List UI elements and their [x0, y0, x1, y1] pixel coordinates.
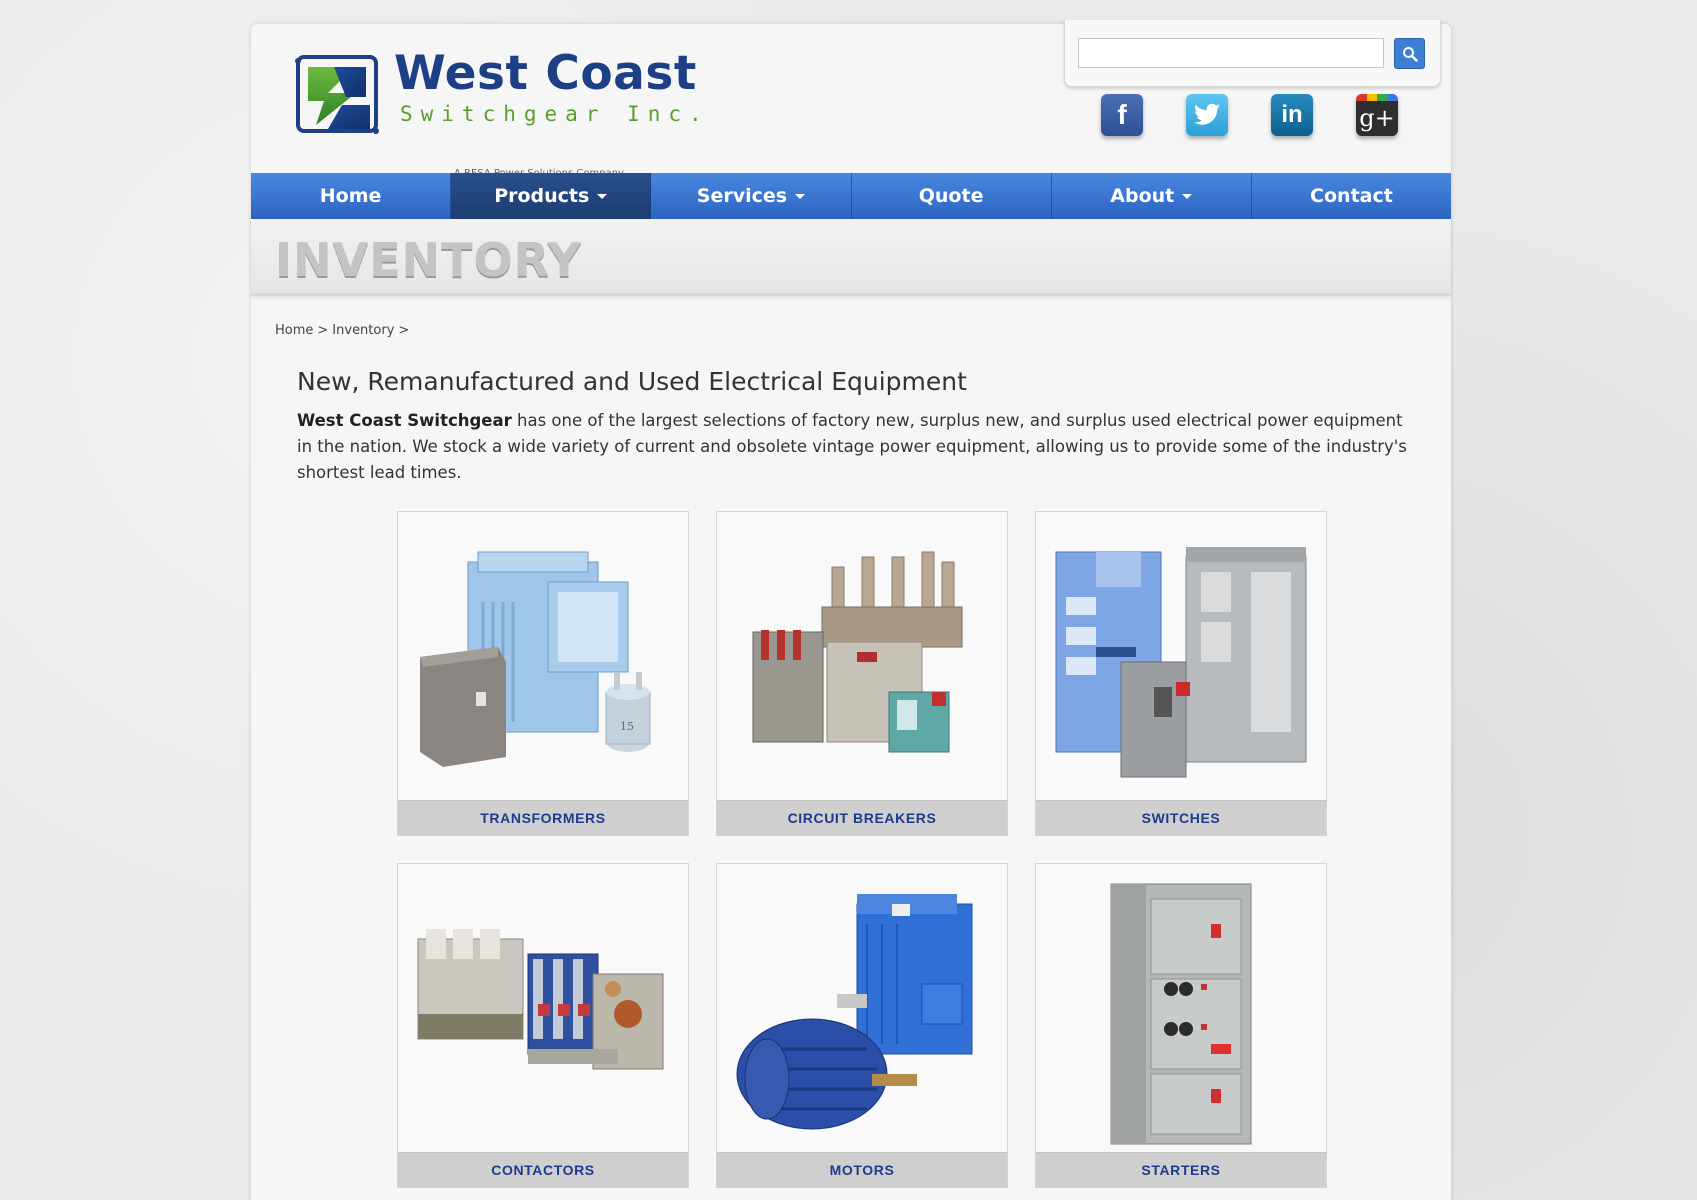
breadcrumb-inventory[interactable]: Inventory [332, 323, 394, 338]
nav-quote[interactable]: Quote [852, 173, 1052, 219]
section-heading: New, Remanufactured and Used Electrical … [297, 367, 967, 396]
starters-image [1110, 883, 1252, 1145]
nav-services[interactable]: Services [651, 173, 852, 219]
category-label: STARTERS [1036, 1152, 1326, 1187]
category-card-switches[interactable]: SWITCHES [1035, 511, 1327, 836]
googleplus-icon[interactable]: g+ [1356, 94, 1398, 136]
nav-contact[interactable]: Contact [1252, 173, 1451, 219]
breadcrumb: Home > Inventory > [275, 323, 413, 338]
search-panel [1064, 20, 1441, 87]
nav-services-label: Services [696, 185, 788, 207]
category-label: CONTACTORS [398, 1152, 688, 1187]
breadcrumb-home[interactable]: Home [275, 323, 313, 338]
intro-company-name: West Coast Switchgear [297, 411, 512, 430]
chevron-down-icon [795, 193, 806, 199]
twitter-bird-icon [1194, 103, 1220, 125]
logo-title: West Coast [394, 46, 697, 101]
nav-products-label: Products [494, 185, 590, 207]
page-container: West Coast Switchgear Inc. A RESA Power … [251, 20, 1451, 1200]
nav-products[interactable]: Products [451, 173, 652, 219]
category-card-transformers[interactable]: 15 TRANSFORMERS [397, 511, 689, 836]
linkedin-glyph: in [1281, 101, 1303, 128]
contactors-image [417, 929, 664, 1070]
search-icon [1402, 46, 1418, 62]
site-logo[interactable]: West Coast Switchgear Inc. A RESA Power … [294, 46, 702, 179]
nav-home[interactable]: Home [251, 173, 452, 219]
circuit-breakers-image [752, 551, 963, 753]
breadcrumb-separator: > [398, 323, 410, 338]
page-banner: INVENTORY [251, 219, 1451, 296]
search-input[interactable] [1078, 38, 1384, 68]
chevron-down-icon [597, 193, 608, 199]
linkedin-icon[interactable]: in [1271, 94, 1313, 136]
category-label: MOTORS [717, 1152, 1007, 1187]
logo-subtitle: Switchgear Inc. [400, 102, 710, 126]
category-card-starters[interactable]: STARTERS [1035, 863, 1327, 1188]
category-card-contactors[interactable]: CONTACTORS [397, 863, 689, 1188]
intro-paragraph: West Coast Switchgear has one of the lar… [297, 408, 1417, 486]
facebook-glyph: f [1117, 99, 1127, 130]
facebook-icon[interactable]: f [1101, 94, 1143, 136]
category-label: CIRCUIT BREAKERS [717, 800, 1007, 835]
page-title: INVENTORY [275, 233, 582, 287]
category-card-motors[interactable]: MOTORS [716, 863, 1008, 1188]
category-card-circuit-breakers[interactable]: CIRCUIT BREAKERS [716, 511, 1008, 836]
logo-mark-icon [295, 55, 379, 134]
nav-about[interactable]: About [1052, 173, 1252, 219]
search-button[interactable] [1394, 38, 1425, 69]
googleplus-stripe [1356, 94, 1398, 101]
transformers-image: 15 [420, 551, 651, 767]
twitter-icon[interactable] [1186, 94, 1228, 136]
breadcrumb-separator: > [317, 323, 329, 338]
main-nav: Home Products Services Quote About Conta… [251, 173, 1451, 220]
category-label: TRANSFORMERS [398, 800, 688, 835]
category-label: SWITCHES [1036, 800, 1326, 835]
svg-text:15: 15 [620, 720, 634, 733]
chevron-down-icon [1182, 193, 1193, 199]
switches-image [1055, 547, 1307, 778]
nav-home-label: Home [319, 185, 382, 207]
googleplus-glyph: g+ [1359, 104, 1395, 132]
motors-image [736, 894, 973, 1130]
nav-contact-label: Contact [1310, 185, 1393, 207]
nav-about-label: About [1110, 185, 1175, 207]
nav-quote-label: Quote [918, 185, 984, 207]
